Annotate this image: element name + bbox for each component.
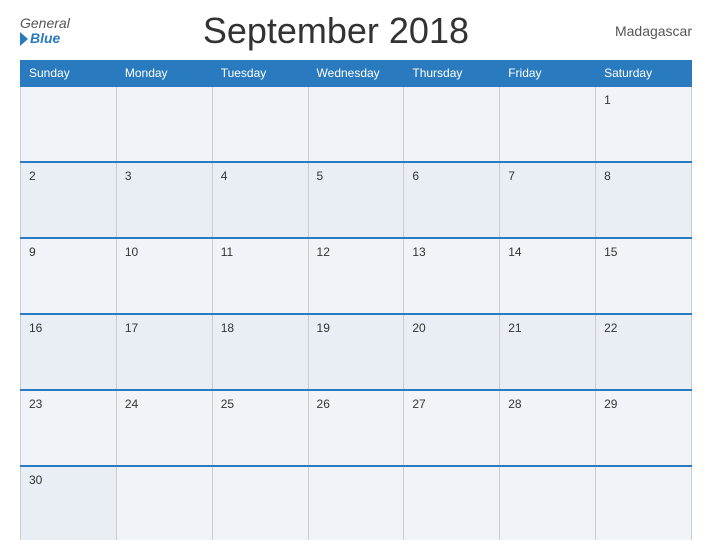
calendar-week-row: 9 10 11 12 13 14 15 xyxy=(21,238,692,314)
calendar-day-cell: 7 xyxy=(500,162,596,238)
calendar-header-row: Sunday Monday Tuesday Wednesday Thursday… xyxy=(21,61,692,87)
calendar-day-cell: 19 xyxy=(308,314,404,390)
calendar-day-cell: 15 xyxy=(596,238,692,314)
calendar-week-row: 16 17 18 19 20 21 22 xyxy=(21,314,692,390)
calendar-day-cell: 27 xyxy=(404,390,500,466)
calendar-day-cell xyxy=(116,86,212,162)
day-number: 5 xyxy=(317,169,324,183)
day-number: 30 xyxy=(29,473,42,487)
day-number: 17 xyxy=(125,321,138,335)
calendar-day-cell xyxy=(212,466,308,540)
calendar-day-cell xyxy=(500,86,596,162)
day-number: 24 xyxy=(125,397,138,411)
calendar-week-row: 1 xyxy=(21,86,692,162)
calendar-day-cell: 16 xyxy=(21,314,117,390)
calendar-day-cell: 3 xyxy=(116,162,212,238)
day-number: 2 xyxy=(29,169,36,183)
logo: General Blue xyxy=(20,16,70,47)
calendar-day-cell: 20 xyxy=(404,314,500,390)
day-number: 6 xyxy=(412,169,419,183)
logo-general-text: General xyxy=(20,16,70,31)
calendar-day-cell: 30 xyxy=(21,466,117,540)
day-number: 25 xyxy=(221,397,234,411)
calendar-day-cell: 14 xyxy=(500,238,596,314)
day-number: 20 xyxy=(412,321,425,335)
day-number: 11 xyxy=(221,245,233,259)
calendar-day-cell: 13 xyxy=(404,238,500,314)
day-number: 10 xyxy=(125,245,138,259)
calendar-day-cell: 11 xyxy=(212,238,308,314)
calendar-day-cell xyxy=(116,466,212,540)
calendar-day-cell: 24 xyxy=(116,390,212,466)
col-friday: Friday xyxy=(500,61,596,87)
day-number: 23 xyxy=(29,397,42,411)
calendar-day-cell xyxy=(404,466,500,540)
calendar-week-row: 23 24 25 26 27 28 29 xyxy=(21,390,692,466)
calendar-day-cell: 29 xyxy=(596,390,692,466)
calendar-day-cell: 21 xyxy=(500,314,596,390)
day-number: 18 xyxy=(221,321,234,335)
col-monday: Monday xyxy=(116,61,212,87)
calendar-day-cell: 5 xyxy=(308,162,404,238)
day-number: 16 xyxy=(29,321,42,335)
day-number: 9 xyxy=(29,245,36,259)
calendar-day-cell xyxy=(212,86,308,162)
day-number: 27 xyxy=(412,397,425,411)
calendar-day-cell: 18 xyxy=(212,314,308,390)
calendar-day-cell: 8 xyxy=(596,162,692,238)
calendar-day-cell: 4 xyxy=(212,162,308,238)
day-number: 14 xyxy=(508,245,521,259)
day-number: 12 xyxy=(317,245,330,259)
calendar-week-row: 2 3 4 5 6 7 8 xyxy=(21,162,692,238)
calendar-day-cell: 1 xyxy=(596,86,692,162)
calendar-day-cell xyxy=(308,86,404,162)
calendar-day-cell xyxy=(308,466,404,540)
day-number: 1 xyxy=(604,93,611,107)
day-number: 28 xyxy=(508,397,521,411)
day-number: 22 xyxy=(604,321,617,335)
calendar-day-cell: 26 xyxy=(308,390,404,466)
calendar-day-cell xyxy=(500,466,596,540)
country-label: Madagascar xyxy=(602,23,692,39)
month-title: September 2018 xyxy=(70,10,602,52)
col-tuesday: Tuesday xyxy=(212,61,308,87)
calendar-day-cell: 6 xyxy=(404,162,500,238)
calendar-day-cell xyxy=(21,86,117,162)
day-number: 26 xyxy=(317,397,330,411)
day-number: 15 xyxy=(604,245,617,259)
day-number: 19 xyxy=(317,321,330,335)
col-wednesday: Wednesday xyxy=(308,61,404,87)
day-number: 21 xyxy=(508,321,521,335)
calendar-day-cell: 22 xyxy=(596,314,692,390)
col-sunday: Sunday xyxy=(21,61,117,87)
calendar-day-cell xyxy=(596,466,692,540)
day-number: 3 xyxy=(125,169,132,183)
day-number: 4 xyxy=(221,169,228,183)
page-header: General Blue September 2018 Madagascar xyxy=(20,10,692,52)
day-number: 8 xyxy=(604,169,611,183)
calendar-day-cell: 28 xyxy=(500,390,596,466)
logo-triangle-icon xyxy=(20,32,28,46)
logo-blue-text: Blue xyxy=(20,31,60,46)
calendar-week-row: 30 xyxy=(21,466,692,540)
calendar-day-cell: 12 xyxy=(308,238,404,314)
calendar-day-cell: 17 xyxy=(116,314,212,390)
day-number: 13 xyxy=(412,245,425,259)
calendar-day-cell: 25 xyxy=(212,390,308,466)
col-thursday: Thursday xyxy=(404,61,500,87)
calendar-day-cell xyxy=(404,86,500,162)
calendar-day-cell: 9 xyxy=(21,238,117,314)
calendar-day-cell: 23 xyxy=(21,390,117,466)
calendar-day-cell: 2 xyxy=(21,162,117,238)
day-number: 29 xyxy=(604,397,617,411)
calendar-table: Sunday Monday Tuesday Wednesday Thursday… xyxy=(20,60,692,540)
calendar-day-cell: 10 xyxy=(116,238,212,314)
day-number: 7 xyxy=(508,169,515,183)
col-saturday: Saturday xyxy=(596,61,692,87)
